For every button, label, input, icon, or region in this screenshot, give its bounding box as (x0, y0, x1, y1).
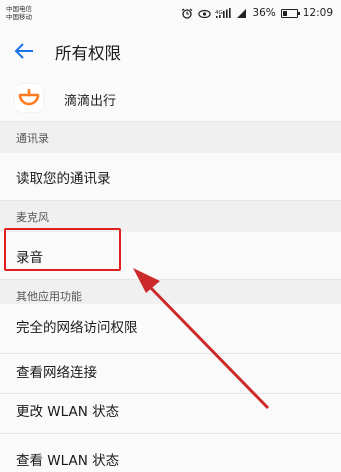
highlight-box (4, 228, 121, 271)
permission-label: 完全的网络访问权限 (16, 320, 138, 336)
clock: 12:09 (302, 7, 333, 19)
back-button[interactable] (12, 40, 36, 62)
permission-label: 读取您的通讯录 (16, 171, 111, 187)
signal-icon (237, 8, 247, 19)
network-label: 4G (215, 10, 223, 16)
eye-comfort-icon (198, 8, 212, 19)
permission-full-network[interactable]: 完全的网络访问权限 (0, 304, 341, 354)
signal-4g-icon: 4G (215, 7, 232, 19)
section-title: 其他应用功能 (16, 290, 82, 303)
permission-label: 更改 WLAN 状态 (16, 404, 120, 420)
permission-view-network[interactable]: 查看网络连接 (0, 354, 341, 394)
page-title: 所有权限 (55, 44, 121, 63)
screen: 中国电信 中国移动 4G 36% 12:09 所有权限 滴滴出行 通讯录 读取您… (0, 0, 341, 472)
battery-percent: 36% (252, 7, 276, 19)
permission-view-wlan[interactable]: 查看 WLAN 状态 (0, 434, 341, 472)
battery-icon (280, 8, 300, 18)
section-header-contacts: 通讯录 (0, 122, 341, 153)
alarm-icon (181, 8, 193, 19)
didi-app-icon (15, 84, 43, 112)
app-name: 滴滴出行 (64, 94, 117, 109)
carrier-2: 中国移动 (6, 13, 32, 21)
app-bar: 所有权限 (0, 26, 341, 76)
section-title: 麦克风 (16, 211, 49, 224)
app-info-row: 滴滴出行 (0, 76, 341, 122)
carrier-labels: 中国电信 中国移动 (6, 5, 32, 21)
permission-label: 查看网络连接 (16, 365, 97, 381)
carrier-1: 中国电信 (6, 5, 32, 13)
section-title: 通讯录 (16, 132, 49, 145)
permission-read-contacts[interactable]: 读取您的通讯录 (0, 153, 341, 201)
status-bar: 中国电信 中国移动 4G 36% 12:09 (0, 0, 341, 26)
permission-label: 查看 WLAN 状态 (16, 453, 120, 469)
back-arrow-icon (14, 43, 33, 59)
permission-change-wlan[interactable]: 更改 WLAN 状态 (0, 394, 341, 434)
status-icons: 4G 36% 12:09 (181, 6, 333, 20)
